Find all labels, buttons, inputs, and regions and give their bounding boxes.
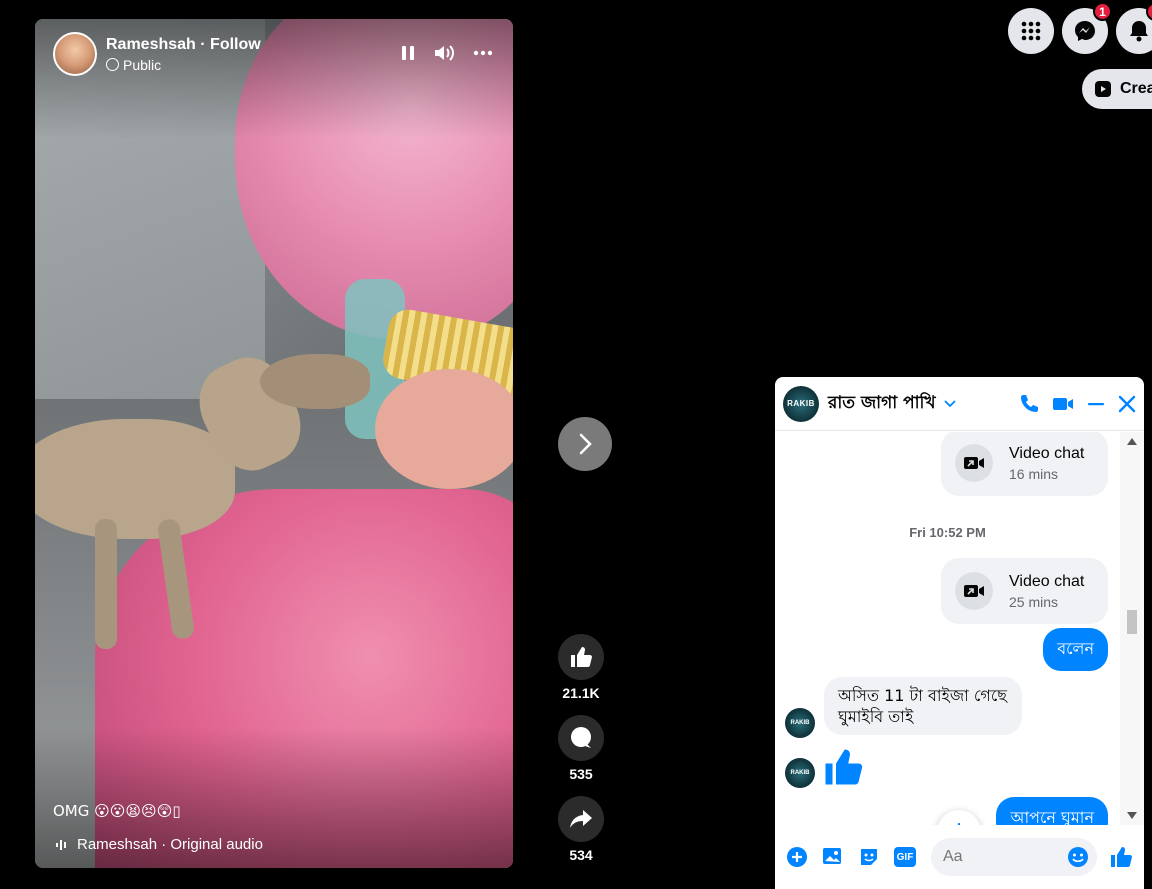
like-button[interactable] [558,634,604,680]
gif-icon: GIF [894,847,916,867]
volume-icon[interactable] [433,43,455,63]
comment-count: 535 [569,766,593,782]
video-chat-call-bubble[interactable]: Video chat 16 mins [941,432,1108,496]
share-button[interactable] [558,796,604,842]
thumbs-up-icon [825,749,863,785]
author-avatar[interactable] [53,32,97,76]
messenger-button[interactable]: 1 [1062,2,1112,54]
chat-messages[interactable]: Video chat 16 mins Fri 10:52 PM Video ch… [775,432,1144,825]
send-like-button[interactable] [1107,843,1135,871]
more-options-icon[interactable] [473,50,493,56]
chat-scrollbar[interactable] [1120,432,1144,825]
share-count: 534 [569,847,593,863]
scroll-thumb[interactable] [1127,610,1137,634]
close-icon[interactable] [1118,395,1136,413]
audio-label: Rameshsah · Original audio [77,836,263,853]
phone-icon[interactable] [1019,394,1039,414]
video-call-icon[interactable] [1052,396,1074,412]
author-name-follow[interactable]: Rameshsah · Follow [106,36,261,54]
reel-video-player[interactable]: Rameshsah · Follow Public OMG 😮😮😫😣😲▯ Ram… [35,19,513,868]
chat-header: RAKIB রাত জাগা পাখি [775,377,1144,431]
video-frame-arm [375,369,513,489]
pause-icon[interactable] [401,45,415,61]
chat-composer: GIF [775,825,1144,889]
chat-window: RAKIB রাত জাগা পাখি Video chat 16 mins F… [775,377,1144,889]
sticker-button[interactable] [855,843,883,871]
chat-header-actions [1019,394,1136,414]
reel-audio[interactable]: Rameshsah · Original audio [55,836,275,853]
outgoing-message[interactable]: বলেন [1043,628,1108,671]
video-call-icon [955,444,993,482]
photo-icon [823,848,841,864]
emoji-icon[interactable] [1067,846,1089,868]
thumbs-up-icon [571,647,592,667]
thumbs-up-icon [1111,847,1132,867]
notifications-badge [1146,2,1152,21]
chevron-down-icon[interactable] [943,399,956,408]
chat-title[interactable]: রাত জাগা পাখি [828,390,936,418]
minimize-icon[interactable] [1087,402,1105,406]
create-reel-button[interactable]: Create [1082,69,1152,109]
message-input-wrapper [931,838,1097,876]
message-timestamp: Fri 10:52 PM [909,525,986,540]
reel-caption: OMG 😮😮😫😣😲▯ [53,802,181,820]
bell-icon [1130,21,1148,42]
incoming-message[interactable]: অসিত 11 টা বাইজা গেছে ঘুমাইবি তাই [824,677,1022,735]
privacy-label: Public [106,57,261,73]
chat-avatar[interactable]: RAKIB [783,385,819,422]
video-frame-fawn-body [35,419,235,539]
scroll-to-bottom-button[interactable] [937,810,981,825]
video-call-icon [955,572,993,610]
next-reel-button[interactable] [558,417,612,471]
page-root: Rameshsah · Follow Public OMG 😮😮😫😣😲▯ Ram… [0,0,1152,889]
scroll-up-arrow[interactable] [1127,438,1137,445]
menu-button[interactable] [1008,8,1054,54]
messenger-icon [1075,21,1095,41]
message-input[interactable] [943,848,1063,866]
sticker-icon [861,849,877,865]
call-title: Video chat [1009,444,1085,462]
scroll-down-arrow[interactable] [1127,812,1137,819]
sender-avatar: RAKIB [785,708,815,738]
call-title: Video chat [1009,572,1085,590]
reels-icon [1095,81,1111,97]
chevron-right-icon [579,433,592,455]
grid-menu-icon [1021,21,1041,41]
share-arrow-icon [570,810,592,828]
plus-circle-icon [787,847,807,867]
comment-icon [571,727,591,748]
create-label: Create [1120,80,1152,97]
globe-icon [106,58,119,71]
video-frame-fawn-head [260,354,370,409]
comment-button[interactable] [558,715,604,761]
gif-button[interactable]: GIF [891,843,919,871]
call-duration: 16 mins [1009,465,1059,482]
attach-photo-button[interactable] [819,843,847,871]
privacy-text: Public [123,56,162,73]
reel-actions: 21.1K 535 534 [557,634,605,877]
add-button[interactable] [783,843,811,871]
video-frame-fawn-leg [95,519,117,649]
audio-wave-icon [56,839,66,850]
outgoing-message[interactable]: আপনে ঘুমান [996,797,1108,825]
reel-author-header: Rameshsah · Follow Public [53,32,261,76]
video-controls [401,43,493,63]
call-duration: 25 mins [1009,593,1059,610]
like-count: 21.1K [562,685,600,701]
notifications-button[interactable] [1116,2,1152,54]
messenger-badge: 1 [1093,2,1112,21]
sender-avatar: RAKIB [785,758,815,788]
video-chat-call-bubble[interactable]: Video chat 25 mins [941,558,1108,624]
